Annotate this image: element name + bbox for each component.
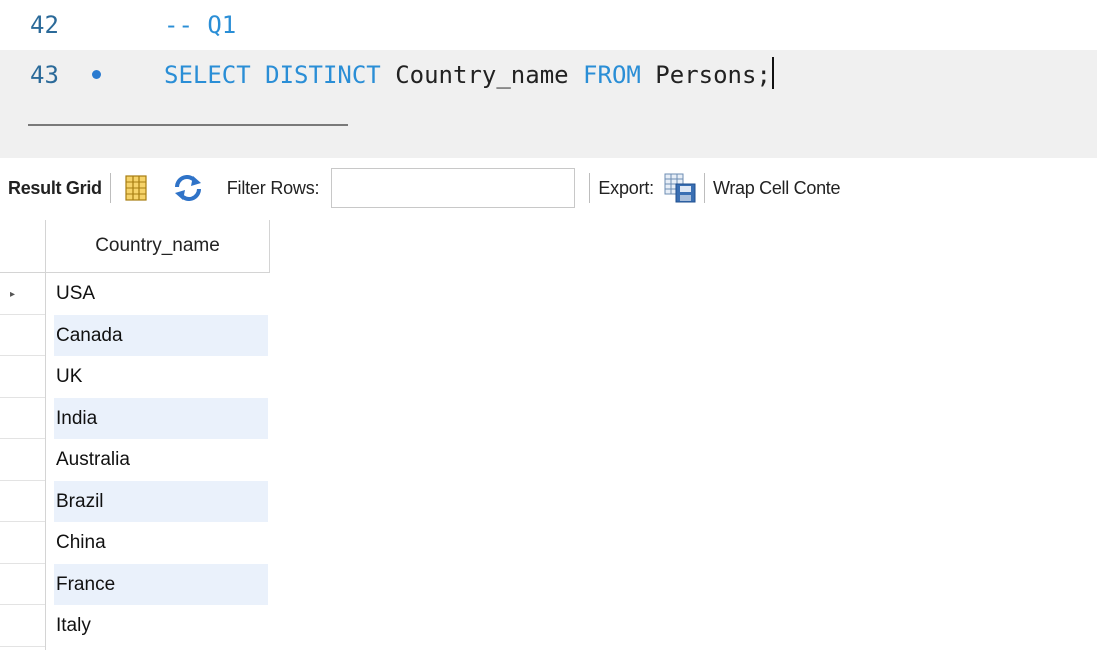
refresh-icon bbox=[174, 175, 201, 201]
table-row[interactable]: China bbox=[0, 522, 270, 564]
result-toolbar: Result Grid Filter Rows: Export: Wrap Ce… bbox=[0, 158, 1097, 218]
table-cell[interactable]: France bbox=[54, 563, 268, 605]
code-text[interactable]: -- Q1 bbox=[164, 0, 236, 50]
code-text[interactable]: SELECT DISTINCT Country_name FROM Person… bbox=[164, 50, 774, 100]
filter-rows-input[interactable] bbox=[331, 168, 576, 208]
row-header[interactable] bbox=[0, 439, 45, 481]
sql-column: Country_name bbox=[395, 61, 569, 89]
sql-table: Persons; bbox=[655, 61, 771, 89]
export-label: Export: bbox=[598, 177, 654, 198]
line-number: 43 bbox=[30, 61, 59, 89]
refresh-button[interactable] bbox=[147, 175, 203, 201]
row-header[interactable] bbox=[0, 481, 45, 522]
table-cell[interactable]: Brazil bbox=[54, 480, 268, 522]
grid-layout-button[interactable] bbox=[119, 175, 147, 201]
table-row[interactable]: France bbox=[0, 563, 270, 605]
row-header[interactable] bbox=[0, 356, 45, 398]
row-header[interactable] bbox=[0, 522, 45, 564]
export-icon bbox=[664, 173, 696, 203]
toolbar-separator bbox=[703, 173, 705, 203]
panel-divider bbox=[0, 100, 1097, 158]
table-cell[interactable]: China bbox=[54, 522, 268, 564]
table-cell[interactable]: USA bbox=[54, 273, 268, 315]
table-row[interactable]: UK bbox=[0, 356, 270, 398]
export-button[interactable] bbox=[654, 173, 696, 203]
toolbar-separator bbox=[109, 173, 111, 203]
sql-keyword-select: SELECT bbox=[164, 61, 251, 89]
grid-header: Country_name bbox=[0, 220, 270, 273]
row-header[interactable] bbox=[0, 564, 45, 605]
text-caret bbox=[771, 57, 774, 89]
result-grid-tab[interactable]: Result Grid bbox=[8, 178, 102, 199]
table-cell[interactable]: Australia bbox=[54, 439, 268, 481]
grid-layout-icon bbox=[125, 175, 147, 201]
table-row[interactable]: Italy bbox=[0, 605, 270, 647]
sql-keyword-distinct: DISTINCT bbox=[265, 61, 381, 89]
code-line-42[interactable]: 42 -- Q1 bbox=[0, 0, 1097, 50]
wrap-cell-content-toggle[interactable]: Wrap Cell Conte bbox=[713, 178, 841, 199]
table-row[interactable]: India bbox=[0, 397, 270, 439]
toolbar-separator bbox=[589, 173, 591, 203]
table-row[interactable]: ▸ USA bbox=[0, 273, 270, 315]
line-number: 42 bbox=[30, 11, 59, 39]
splitter-handle[interactable] bbox=[28, 124, 348, 126]
column-header-country-name[interactable]: Country_name bbox=[46, 220, 270, 272]
table-row[interactable]: Brazil bbox=[0, 480, 270, 522]
table-cell[interactable]: Italy bbox=[54, 605, 268, 647]
table-row[interactable]: Australia bbox=[0, 439, 270, 481]
filter-rows-label: Filter Rows: bbox=[226, 177, 320, 198]
row-header[interactable] bbox=[0, 398, 45, 439]
table-cell[interactable]: Canada bbox=[54, 314, 268, 356]
table-cell[interactable]: UK bbox=[54, 356, 268, 398]
current-row-icon: ▸ bbox=[10, 289, 16, 300]
table-row[interactable]: Canada bbox=[0, 314, 270, 356]
row-header[interactable] bbox=[0, 605, 45, 647]
grid-rows: ▸ USA Canada UK India Australia Brazil C… bbox=[0, 273, 270, 647]
code-line-43[interactable]: 43 SELECT DISTINCT Country_name FROM Per… bbox=[0, 50, 1097, 100]
sql-keyword-from: FROM bbox=[583, 61, 641, 89]
table-cell[interactable]: India bbox=[54, 397, 268, 439]
row-header[interactable] bbox=[0, 315, 45, 356]
statement-marker-icon bbox=[92, 70, 101, 79]
row-header[interactable]: ▸ bbox=[0, 273, 45, 315]
sql-comment: -- Q1 bbox=[164, 11, 237, 39]
